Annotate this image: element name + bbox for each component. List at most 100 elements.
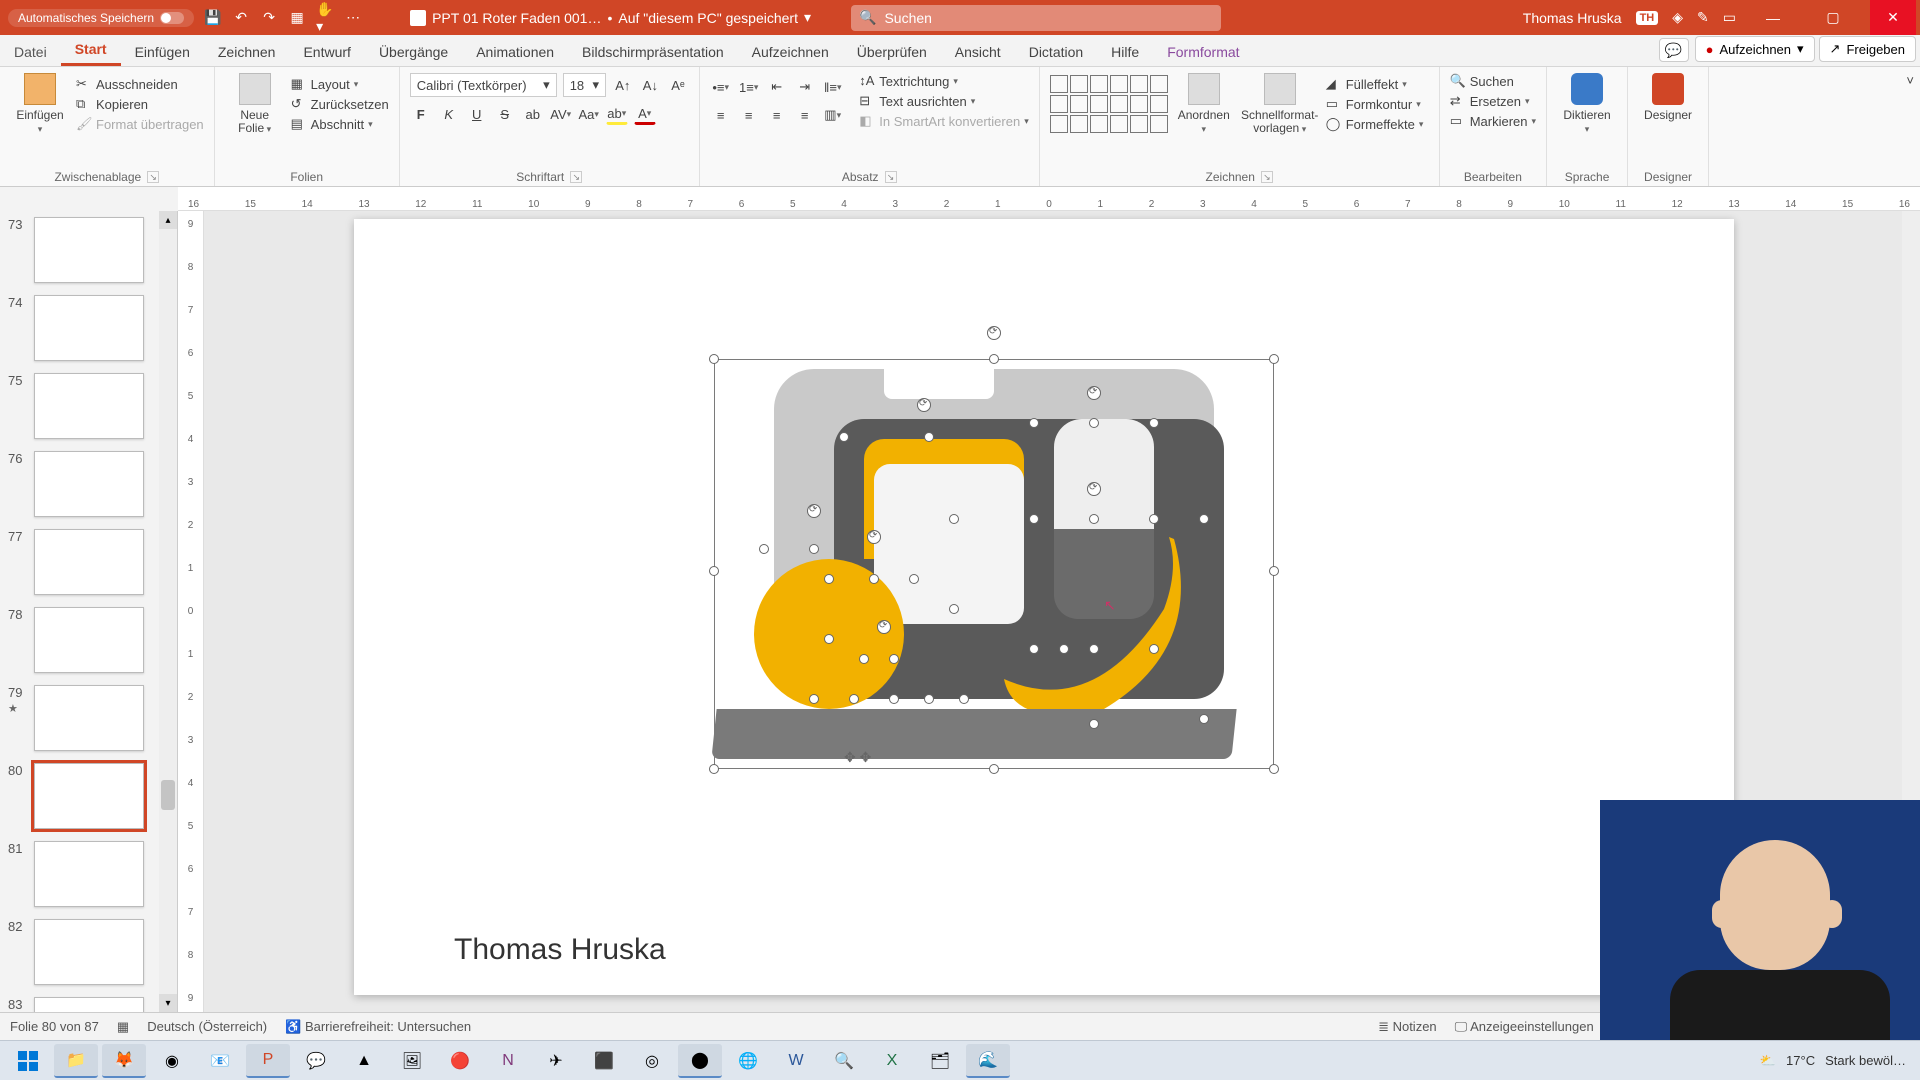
search-input[interactable] — [884, 10, 1213, 26]
taskbar-onenote[interactable]: N — [486, 1044, 530, 1078]
convert-smartart-button[interactable]: ◧In SmartArt konvertieren — [859, 113, 1028, 129]
resize-handle[interactable] — [1029, 514, 1039, 524]
resize-handle[interactable] — [849, 694, 859, 704]
save-icon[interactable]: 💾 — [204, 9, 222, 27]
accessibility-check-icon[interactable]: ▦ — [117, 1019, 129, 1035]
resize-handle[interactable] — [949, 514, 959, 524]
justify-button[interactable]: ≡ — [794, 104, 816, 126]
taskbar-app-4[interactable]: ⬛ — [582, 1044, 626, 1078]
shape-fill-button[interactable]: ◢Fülleffekt — [1326, 76, 1424, 92]
columns-button[interactable]: ▥ — [822, 104, 844, 126]
strike-button[interactable]: S — [494, 103, 516, 125]
slide-thumbnail[interactable]: 80 — [0, 757, 177, 835]
slide-thumbnail[interactable]: 77 — [0, 523, 177, 601]
minimize-button[interactable]: — — [1750, 0, 1796, 35]
format-painter-button[interactable]: 🖌Format übertragen — [76, 116, 204, 132]
decrease-font-button[interactable]: A↓ — [640, 74, 662, 96]
redo-icon[interactable]: ↷ — [260, 9, 278, 27]
thumbnails-scrollbar[interactable]: ▴ ▾ — [159, 211, 177, 1012]
resize-handle[interactable] — [709, 354, 719, 364]
underline-button[interactable]: U — [466, 103, 488, 125]
clear-format-button[interactable]: Aᵉ — [667, 74, 689, 96]
shape-effects-button[interactable]: ◯Formeffekte — [1326, 116, 1424, 132]
notes-toggle[interactable]: ≣ Notizen — [1378, 1019, 1437, 1035]
slide[interactable]: Thomas Hruska — [354, 219, 1734, 995]
selected-graphic-group[interactable]: ✥ ✥ ↖ — [714, 329, 1274, 769]
resize-handle[interactable] — [809, 544, 819, 554]
resize-handle[interactable] — [1059, 644, 1069, 654]
indent-button[interactable]: ⇥ — [794, 76, 816, 98]
slide-thumbnail[interactable]: 75 — [0, 367, 177, 445]
resize-handle[interactable] — [1089, 418, 1099, 428]
paste-button[interactable]: Einfügen — [10, 73, 70, 135]
taskbar-app-5[interactable]: ⬤ — [678, 1044, 722, 1078]
resize-handle[interactable] — [909, 574, 919, 584]
reset-button[interactable]: ↺Zurücksetzen — [291, 96, 389, 112]
slide-thumbnail[interactable]: 81 — [0, 835, 177, 913]
designer-button[interactable]: Designer — [1638, 73, 1698, 122]
outdent-button[interactable]: ⇤ — [766, 76, 788, 98]
comments-button[interactable]: 💬 — [1659, 38, 1689, 62]
ruler-horizontal[interactable]: 1615141312111098765432101234567891011121… — [178, 187, 1920, 211]
close-button[interactable]: ✕ — [1870, 0, 1916, 35]
slide-thumbnail[interactable]: 82 — [0, 913, 177, 991]
record-button[interactable]: ●Aufzeichnen▾ — [1695, 36, 1815, 62]
taskbar-app-1[interactable]: 💬 — [294, 1044, 338, 1078]
display-settings-button[interactable]: 🖵 Anzeigeeinstellungen — [1455, 1019, 1594, 1035]
dialog-launcher-icon[interactable]: ↘ — [1261, 171, 1273, 183]
tab-entwurf[interactable]: Entwurf — [289, 38, 364, 66]
ruler-vertical[interactable]: 9876543210123456789 — [178, 211, 204, 1012]
accessibility-status[interactable]: Barrierefreiheit: Untersuchen — [305, 1019, 471, 1034]
tab-dictation[interactable]: Dictation — [1015, 38, 1097, 66]
align-center-button[interactable]: ≡ — [738, 104, 760, 126]
taskbar-app-2[interactable]: 🖼 — [390, 1044, 434, 1078]
taskbar-app-8[interactable]: 🗂 — [918, 1044, 962, 1078]
resize-handle[interactable] — [959, 694, 969, 704]
rotation-handle-icon[interactable] — [807, 504, 821, 518]
taskbar-vlc[interactable]: ▲ — [342, 1044, 386, 1078]
resize-handle[interactable] — [889, 694, 899, 704]
taskbar-obs[interactable]: ◎ — [630, 1044, 674, 1078]
tab-file[interactable]: Datei — [0, 38, 61, 66]
resize-handle[interactable] — [1089, 719, 1099, 729]
taskbar-powerpoint[interactable]: P — [246, 1044, 290, 1078]
taskbar-word[interactable]: W — [774, 1044, 818, 1078]
privacy-icon[interactable]: ✎ — [1697, 9, 1709, 26]
undo-icon[interactable]: ↶ — [232, 9, 250, 27]
numbering-button[interactable]: 1≡ — [738, 76, 760, 98]
rotation-handle-icon[interactable] — [1087, 386, 1101, 400]
resize-handle[interactable] — [709, 566, 719, 576]
resize-handle[interactable] — [824, 574, 834, 584]
find-button[interactable]: 🔍Suchen — [1450, 73, 1536, 89]
tab-bildschirmpraesentation[interactable]: Bildschirmpräsentation — [568, 38, 738, 66]
scroll-down-icon[interactable]: ▾ — [159, 994, 177, 1012]
rotation-handle-icon[interactable] — [987, 326, 1001, 340]
resize-handle[interactable] — [1089, 514, 1099, 524]
resize-handle[interactable] — [839, 432, 849, 442]
slide-thumbnail[interactable]: 76 — [0, 445, 177, 523]
resize-handle[interactable] — [824, 634, 834, 644]
start-button[interactable] — [6, 1044, 50, 1078]
slide-thumbnails-pane[interactable]: 73747576777879★80818283 ▴ ▾ — [0, 211, 178, 1012]
shadow-button[interactable]: ab — [522, 103, 544, 125]
search-box[interactable]: 🔍 — [851, 5, 1221, 31]
shapes-gallery[interactable] — [1050, 75, 1168, 133]
resize-handle[interactable] — [1149, 418, 1159, 428]
taskbar-app-7[interactable]: 🔍 — [822, 1044, 866, 1078]
present-icon[interactable]: ▦ — [288, 9, 306, 27]
tab-einfuegen[interactable]: Einfügen — [121, 38, 204, 66]
dialog-launcher-icon[interactable]: ↘ — [147, 171, 159, 183]
resize-handle[interactable] — [1269, 354, 1279, 364]
tab-uebergaenge[interactable]: Übergänge — [365, 38, 462, 66]
dictate-button[interactable]: Diktieren — [1557, 73, 1617, 135]
resize-handle[interactable] — [924, 694, 934, 704]
taskbar-outlook[interactable]: 📧 — [198, 1044, 242, 1078]
slide-thumbnail[interactable]: 83 — [0, 991, 177, 1012]
tab-zeichnen[interactable]: Zeichnen — [204, 38, 290, 66]
user-name[interactable]: Thomas Hruska — [1523, 10, 1622, 26]
select-button[interactable]: ▭Markieren — [1450, 113, 1536, 129]
align-right-button[interactable]: ≡ — [766, 104, 788, 126]
scrollbar-thumb[interactable] — [161, 780, 175, 810]
font-family-select[interactable]: Calibri (Textkörper) ▾ — [410, 73, 557, 97]
taskbar-app-3[interactable]: 🔴 — [438, 1044, 482, 1078]
